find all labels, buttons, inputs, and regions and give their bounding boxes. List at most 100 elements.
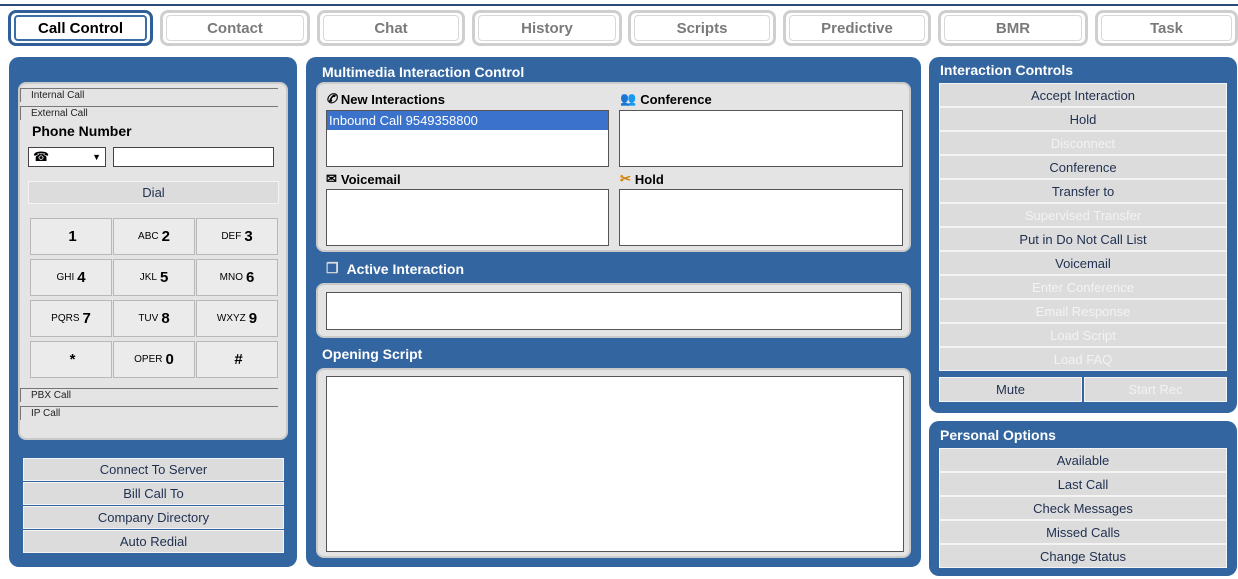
tab-history[interactable]: History bbox=[472, 10, 622, 46]
voicemail-button[interactable]: Voicemail bbox=[939, 251, 1227, 275]
dial-button[interactable]: Dial bbox=[28, 181, 279, 204]
tab-chat[interactable]: Chat bbox=[317, 10, 465, 46]
check-messages-button[interactable]: Check Messages bbox=[939, 496, 1227, 520]
disconnect-button[interactable]: Disconnect bbox=[939, 131, 1227, 155]
chevron-down-icon: ▼ bbox=[92, 152, 101, 162]
button-label: Put in Do Not Call List bbox=[1019, 231, 1147, 247]
missed-calls-button[interactable]: Missed Calls bbox=[939, 520, 1227, 544]
tab-label: Internal Call bbox=[31, 90, 85, 101]
cube-icon: ❐ bbox=[326, 260, 339, 276]
company-directory-button[interactable]: Company Directory bbox=[23, 506, 284, 529]
accept-interaction-button[interactable]: Accept Interaction bbox=[939, 83, 1227, 107]
key-letters: ABC bbox=[138, 231, 159, 242]
key-letters: DEF bbox=[221, 231, 242, 242]
tab-scripts[interactable]: Scripts bbox=[628, 10, 776, 46]
key-9[interactable]: WXYZ 9 bbox=[196, 300, 278, 337]
voicemail-list[interactable] bbox=[326, 189, 609, 246]
tab-label: BMR bbox=[995, 19, 1031, 37]
tab-label: IP Call bbox=[31, 408, 61, 419]
tab-label: Call Control bbox=[38, 19, 123, 37]
key-8[interactable]: TUV 8 bbox=[113, 300, 195, 337]
supervised-transfer-button[interactable]: Supervised Transfer bbox=[939, 203, 1227, 227]
tab-label: Scripts bbox=[676, 19, 728, 37]
tab-label: Task bbox=[1149, 19, 1184, 37]
people-icon: 👥 bbox=[620, 91, 637, 106]
tab-external-call[interactable]: External Call bbox=[20, 106, 278, 120]
button-label: Enter Conference bbox=[1032, 279, 1134, 295]
hold-button[interactable]: Hold bbox=[939, 107, 1227, 131]
phone-type-select[interactable]: ☎ ▼ bbox=[28, 147, 106, 167]
available-button[interactable]: Available bbox=[939, 448, 1227, 472]
tab-internal-call[interactable]: Internal Call bbox=[20, 88, 278, 102]
key-1[interactable]: 1 bbox=[30, 218, 112, 255]
button-label: Supervised Transfer bbox=[1024, 207, 1142, 223]
mute-button[interactable]: Mute bbox=[939, 377, 1082, 402]
start-rec-button[interactable]: Start Rec bbox=[1084, 377, 1227, 402]
new-interactions-list[interactable]: Inbound Call 9549358800 bbox=[326, 110, 609, 167]
button-label: Voicemail bbox=[1055, 255, 1111, 271]
tab-label: PBX Call bbox=[31, 390, 72, 401]
button-label: Last Call bbox=[1057, 476, 1109, 492]
button-label: Bill Call To bbox=[123, 486, 184, 501]
key-digit: 2 bbox=[161, 228, 170, 245]
active-interaction-title: ❐ Active Interaction bbox=[326, 260, 464, 277]
bill-call-to-button[interactable]: Bill Call To bbox=[23, 482, 284, 505]
auto-redial-button[interactable]: Auto Redial bbox=[23, 530, 284, 553]
key-digit: 3 bbox=[244, 228, 253, 245]
key-star[interactable]: * bbox=[30, 341, 112, 378]
button-label: Hold bbox=[1069, 111, 1097, 127]
conference-list[interactable] bbox=[619, 110, 903, 167]
connect-to-server-button[interactable]: Connect To Server bbox=[23, 458, 284, 481]
load-faq-button[interactable]: Load FAQ bbox=[939, 347, 1227, 371]
do-not-call-button[interactable]: Put in Do Not Call List bbox=[939, 227, 1227, 251]
key-3[interactable]: DEF 3 bbox=[196, 218, 278, 255]
key-digit: 0 bbox=[165, 351, 174, 368]
hold-list[interactable] bbox=[619, 189, 903, 246]
list-item[interactable]: Inbound Call 9549358800 bbox=[327, 111, 608, 130]
key-digit: 5 bbox=[159, 269, 169, 286]
key-digit: 1 bbox=[68, 228, 77, 245]
tab-predictive[interactable]: Predictive bbox=[783, 10, 931, 46]
voicemail-heading: ✉ Voicemail bbox=[326, 171, 401, 187]
button-label: Load Script bbox=[1050, 327, 1116, 343]
email-response-button[interactable]: Email Response bbox=[939, 299, 1227, 323]
key-digit: * bbox=[69, 351, 76, 368]
tab-pbx-call[interactable]: PBX Call bbox=[20, 388, 278, 402]
key-letters: PQRS bbox=[51, 313, 80, 324]
tab-bmr[interactable]: BMR bbox=[938, 10, 1088, 46]
phone-number-input[interactable] bbox=[113, 147, 274, 167]
envelope-icon: ✉ bbox=[326, 171, 337, 186]
key-6[interactable]: MNO 6 bbox=[196, 259, 278, 296]
list-item-label: Inbound Call 9549358800 bbox=[329, 113, 478, 128]
change-status-button[interactable]: Change Status bbox=[939, 544, 1227, 568]
button-label: Company Directory bbox=[97, 510, 210, 525]
multimedia-title: Multimedia Interaction Control bbox=[322, 64, 525, 80]
key-5[interactable]: JKL 5 bbox=[113, 259, 195, 296]
key-digit: 4 bbox=[77, 269, 86, 286]
opening-script-text[interactable] bbox=[326, 376, 904, 552]
key-7[interactable]: PQRS 7 bbox=[30, 300, 112, 337]
active-interaction-field[interactable] bbox=[326, 292, 902, 330]
tab-call-control[interactable]: Call Control bbox=[8, 10, 153, 46]
tab-ip-call[interactable]: IP Call bbox=[20, 406, 278, 420]
personal-options-title: Personal Options bbox=[940, 427, 1056, 443]
tab-contact[interactable]: Contact bbox=[160, 10, 310, 46]
heading-label: Conference bbox=[640, 91, 712, 107]
load-script-button[interactable]: Load Script bbox=[939, 323, 1227, 347]
button-label: Start Rec bbox=[1128, 382, 1183, 397]
key-2[interactable]: ABC 2 bbox=[113, 218, 195, 255]
tab-task[interactable]: Task bbox=[1095, 10, 1238, 46]
key-digit: 8 bbox=[161, 310, 170, 327]
hold-icon: ✂ bbox=[620, 171, 631, 186]
enter-conference-button[interactable]: Enter Conference bbox=[939, 275, 1227, 299]
key-0[interactable]: OPER 0 bbox=[113, 341, 195, 378]
last-call-button[interactable]: Last Call bbox=[939, 472, 1227, 496]
key-4[interactable]: GHI 4 bbox=[30, 259, 112, 296]
conference-button[interactable]: Conference bbox=[939, 155, 1227, 179]
tab-label: External Call bbox=[31, 108, 88, 119]
key-letters: OPER bbox=[134, 354, 163, 365]
transfer-to-button[interactable]: Transfer to bbox=[939, 179, 1227, 203]
key-hash[interactable]: # bbox=[196, 341, 278, 378]
key-letters: JKL bbox=[139, 272, 157, 283]
button-label: Check Messages bbox=[1033, 500, 1133, 516]
